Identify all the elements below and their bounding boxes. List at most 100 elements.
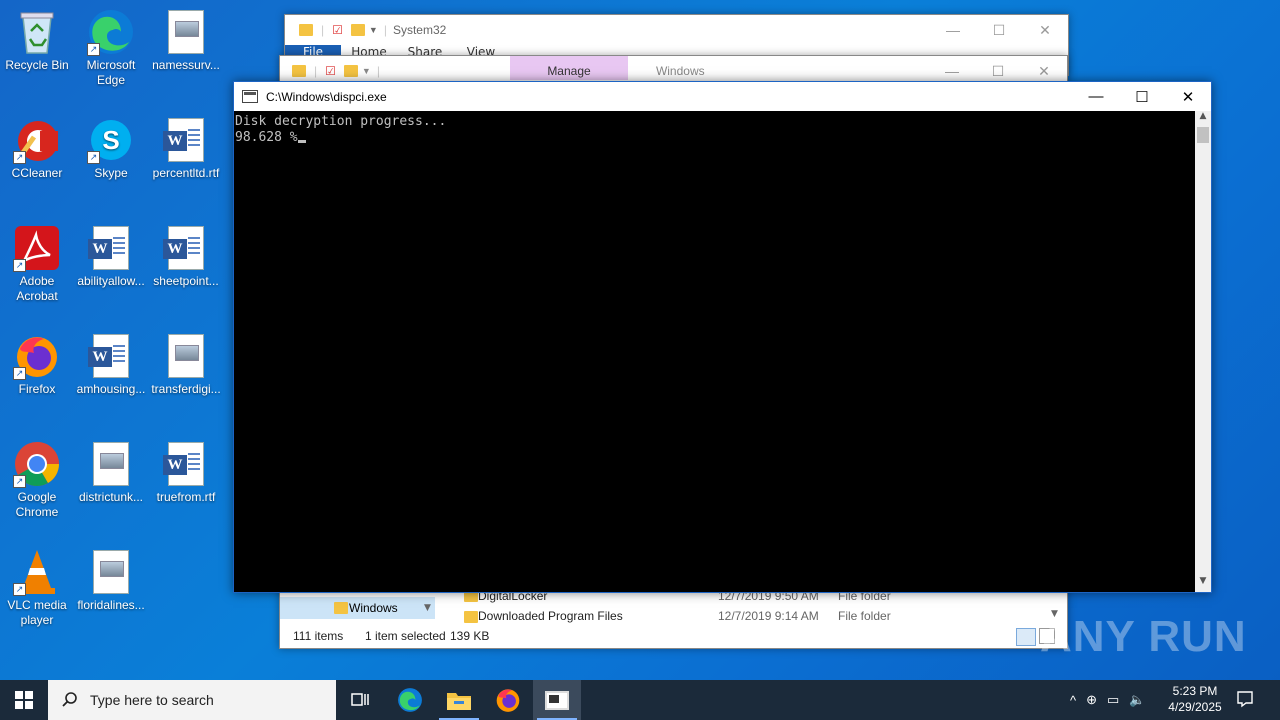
minimize-button[interactable]: —: [930, 22, 976, 38]
tab-share[interactable]: Share: [397, 45, 453, 55]
desktop-icon-ccleaner[interactable]: ↗ CCleaner: [1, 116, 73, 181]
window-title: Windows: [655, 64, 705, 78]
taskbar: Type here to search ^ ⊕ ▭ 🔈 5:23 PM 4/29…: [0, 680, 1280, 720]
nav-scroll-down-icon[interactable]: ▼: [420, 597, 435, 619]
desktop-icon-word-doc[interactable]: W abilityallow...: [75, 224, 147, 289]
scroll-up-icon[interactable]: ▲: [1195, 111, 1211, 127]
volume-icon[interactable]: 🔈: [1129, 692, 1145, 708]
console-output[interactable]: Disk decryption progress... 98.628 %: [234, 111, 1195, 592]
taskbar-search-box[interactable]: Type here to search: [48, 680, 336, 720]
desktop-icon-image-file[interactable]: namessurv...: [150, 8, 222, 73]
nav-item-label: Windows: [349, 601, 398, 615]
maximize-button[interactable]: ☐: [975, 63, 1021, 80]
desktop-icon-image-file[interactable]: floridalines...: [75, 548, 147, 613]
maximize-button[interactable]: ☐: [1119, 88, 1165, 106]
network-icon[interactable]: ▭: [1107, 692, 1119, 708]
status-bar: 111 items 1 item selected 139 KB: [293, 628, 1055, 646]
list-item[interactable]: Downloaded Program Files 12/7/2019 9:14 …: [458, 607, 1058, 627]
taskbar-firefox-button[interactable]: [484, 680, 532, 720]
clock-date: 4/29/2025: [1168, 700, 1222, 714]
windows-logo-icon: [15, 691, 33, 709]
edge-icon: [398, 688, 422, 712]
desktop-icon-label: VLC media player: [7, 598, 67, 627]
console-scrollbar[interactable]: ▲ ▼: [1195, 111, 1211, 592]
properties-icon[interactable]: ☑: [332, 23, 343, 37]
desktop-icon-label: Microsoft Edge: [86, 58, 136, 87]
desktop-icon-word-doc[interactable]: W truefrom.rtf: [150, 440, 222, 505]
desktop-icon-label: CCleaner: [11, 166, 63, 180]
word-document-icon: W: [162, 440, 210, 488]
taskbar-edge-button[interactable]: [386, 680, 434, 720]
desktop-icon-label: Firefox: [18, 382, 56, 396]
console-line: 98.628 %: [235, 130, 298, 145]
word-document-icon: W: [87, 224, 135, 272]
desktop-icon-word-doc[interactable]: W amhousing...: [75, 332, 147, 397]
folder-icon: [334, 602, 348, 614]
network-share-icon[interactable]: ⊕: [1086, 692, 1097, 708]
clock-time: 5:23 PM: [1172, 684, 1218, 698]
folder-icon: [447, 693, 471, 710]
maximize-button[interactable]: ☐: [976, 22, 1022, 39]
minimize-button[interactable]: —: [929, 63, 975, 79]
desktop-icon-image-file[interactable]: districtunk...: [75, 440, 147, 505]
item-count: 111 items: [293, 629, 344, 643]
chevron-down-icon[interactable]: ▼: [362, 66, 371, 76]
chrome-icon: ↗: [13, 440, 61, 488]
desktop-icon-skype[interactable]: S ↗ Skype: [75, 116, 147, 181]
minimize-button[interactable]: —: [1073, 88, 1119, 105]
taskbar-console-button[interactable]: [533, 680, 581, 720]
task-view-button[interactable]: [336, 680, 384, 720]
search-placeholder: Type here to search: [90, 692, 214, 708]
file-name: Downloaded Program Files: [478, 609, 623, 623]
desktop-icon-word-doc[interactable]: W percentltd.rtf: [150, 116, 222, 181]
desktop-icon-recycle-bin[interactable]: Recycle Bin: [1, 8, 73, 73]
desktop-icon-label: transferdigi...: [151, 382, 221, 396]
scroll-down-icon[interactable]: ▼: [1195, 576, 1211, 592]
scroll-thumb[interactable]: [1197, 127, 1209, 143]
console-app-icon: [545, 690, 569, 710]
tab-file[interactable]: File: [285, 45, 341, 55]
tab-home[interactable]: Home: [341, 45, 397, 55]
desktop-icon-adobe-acrobat[interactable]: ↗ Adobe Acrobat: [1, 224, 73, 304]
system-tray: ^ ⊕ ▭ 🔈: [1070, 680, 1146, 720]
new-folder-icon[interactable]: [343, 65, 358, 77]
desktop-icon-image-file[interactable]: transferdigi...: [150, 332, 222, 397]
notification-icon[interactable]: [1236, 690, 1256, 710]
file-type: File folder: [838, 609, 891, 623]
file-date: 12/7/2019 9:14 AM: [718, 609, 819, 623]
firefox-icon: ↗: [13, 332, 61, 380]
edge-icon: ↗: [87, 8, 135, 56]
search-icon: [62, 691, 78, 710]
close-button[interactable]: ✕: [1022, 22, 1068, 39]
tab-manage[interactable]: Manage: [510, 56, 628, 80]
desktop-icon-label: floridalines...: [77, 598, 145, 612]
tab-view[interactable]: View: [453, 45, 509, 55]
word-document-icon: W: [87, 332, 135, 380]
properties-icon[interactable]: ☑: [325, 64, 336, 78]
desktop-icon-google-chrome[interactable]: ↗ Google Chrome: [1, 440, 73, 520]
desktop-icon-label: Recycle Bin: [5, 58, 69, 72]
nav-item-windows[interactable]: Windows: [280, 597, 435, 619]
desktop-icon-label: truefrom.rtf: [156, 490, 216, 504]
new-folder-icon[interactable]: [350, 24, 365, 36]
start-button[interactable]: [0, 680, 48, 720]
chevron-up-icon[interactable]: ^: [1070, 693, 1076, 708]
desktop-icon-label: sheetpoint...: [153, 274, 219, 288]
adobe-acrobat-icon: ↗: [13, 224, 61, 272]
close-button[interactable]: ✕: [1021, 63, 1067, 80]
desktop-icon-label: Adobe Acrobat: [16, 274, 58, 303]
chevron-down-icon[interactable]: ▼: [369, 25, 378, 35]
taskbar-file-explorer-button[interactable]: [435, 680, 483, 720]
desktop-icon-microsoft-edge[interactable]: ↗ Microsoft Edge: [75, 8, 147, 88]
desktop-icon-firefox[interactable]: ↗ Firefox: [1, 332, 73, 397]
desktop-icon-word-doc[interactable]: W sheetpoint...: [150, 224, 222, 289]
console-window[interactable]: C:\Windows\dispci.exe — ☐ ✕ Disk decrypt…: [233, 81, 1212, 593]
clock[interactable]: 5:23 PM 4/29/2025: [1160, 683, 1230, 715]
vlc-cone-icon: ↗: [13, 548, 61, 596]
desktop-icon-vlc[interactable]: ↗ VLC media player: [1, 548, 73, 628]
text-cursor: [297, 140, 306, 143]
close-button[interactable]: ✕: [1165, 88, 1211, 106]
svg-text:S: S: [102, 125, 119, 155]
details-view-icon[interactable]: [1016, 628, 1036, 646]
console-app-icon: [242, 90, 258, 103]
